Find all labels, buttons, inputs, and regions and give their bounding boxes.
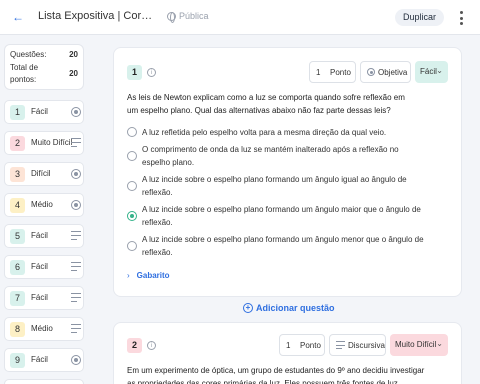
points-total: 20	[69, 69, 78, 78]
option-text: A luz incide sobre o espelho plano forma…	[142, 235, 424, 257]
question-number: 9	[10, 353, 25, 368]
summary-panel: Questões: 20 Total de pontos: 20	[4, 44, 84, 90]
plus-circle-icon: +	[243, 303, 253, 313]
duplicate-button[interactable]: Duplicar	[395, 9, 444, 26]
question-number: 6	[10, 260, 25, 275]
difficulty-label: Muito Difícil	[395, 340, 437, 349]
question-number: 3	[10, 167, 25, 182]
points-value: 1	[286, 341, 291, 350]
chevron-down-icon: ⌄	[436, 339, 443, 348]
points-value: 1	[316, 68, 321, 77]
add-question-button[interactable]: + Adicionar questão	[243, 303, 335, 313]
question-number: 2	[10, 136, 25, 151]
sidebar-item-1[interactable]: 1 Fácil	[4, 100, 84, 124]
answer-key-toggle[interactable]: › Gabarito	[127, 271, 170, 280]
question-number: 7	[10, 291, 25, 306]
difficulty-label: Fácil	[31, 262, 48, 271]
add-question-label: Adicionar questão	[256, 303, 335, 313]
chevron-right-icon: ›	[127, 271, 130, 280]
sidebar-item-10[interactable]	[4, 379, 84, 384]
radio-icon	[71, 169, 81, 179]
question-number: 8	[10, 322, 25, 337]
option-row[interactable]: O comprimento de onda da luz se mantém i…	[127, 143, 427, 169]
text-lines-icon	[336, 341, 345, 349]
text-lines-icon	[71, 138, 81, 148]
sidebar-item-4[interactable]: 4 Médio	[4, 193, 84, 217]
type-label: Objetiva	[378, 68, 408, 77]
option-text: A luz incide sobre o espelho plano forma…	[142, 175, 407, 197]
option-radio-selected[interactable]	[127, 211, 137, 221]
difficulty-selector[interactable]: Fácil ⌄	[415, 61, 448, 83]
top-bar: ← Lista Expositiva | Cores Primárias Púb…	[0, 0, 480, 35]
questions-label: Questões:	[10, 50, 47, 59]
question-text: Em um experimento de óptica, um grupo de…	[127, 366, 425, 384]
question-number: 1	[10, 105, 25, 120]
radio-icon	[71, 355, 81, 365]
sidebar-item-6[interactable]: 6 Fácil	[4, 255, 84, 279]
more-vertical-icon[interactable]	[458, 11, 464, 25]
question-number: 5	[10, 229, 25, 244]
question-number: 4	[10, 198, 25, 213]
difficulty-label: Fácil	[31, 355, 48, 364]
points-unit: Ponto	[300, 341, 321, 350]
radio-icon	[367, 68, 375, 76]
sidebar-item-7[interactable]: 7 Fácil	[4, 286, 84, 310]
questions-count: 20	[69, 50, 78, 59]
option-radio[interactable]	[127, 241, 137, 251]
question-card-2: 2 i 1 Ponto Discursiva Muito Difícil ⌄ E…	[113, 322, 462, 384]
page-title: Lista Expositiva | Cores Primárias	[38, 10, 158, 22]
radio-icon	[71, 107, 81, 117]
text-lines-icon	[71, 262, 81, 272]
sidebar-item-3[interactable]: 3 Difícil	[4, 162, 84, 186]
type-label: Discursiva	[348, 341, 385, 350]
points-field[interactable]: 1 Ponto	[309, 61, 356, 83]
difficulty-label: Médio	[31, 200, 53, 209]
question-text: As leis de Newton explicam como a luz se…	[127, 93, 405, 115]
option-text: A luz refletida pelo espelho volta para …	[142, 128, 387, 137]
points-label: Total de pontos:	[10, 63, 39, 84]
difficulty-selector[interactable]: Muito Difícil ⌄	[390, 334, 448, 356]
option-row-selected[interactable]: A luz incide sobre o espelho plano forma…	[127, 203, 427, 229]
option-row[interactable]: A luz incide sobre o espelho plano forma…	[127, 173, 427, 199]
option-radio[interactable]	[127, 181, 137, 191]
type-selector[interactable]: Objetiva	[360, 61, 411, 83]
answer-key-label: Gabarito	[136, 271, 170, 280]
sidebar-item-5[interactable]: 5 Fácil	[4, 224, 84, 248]
info-icon[interactable]: i	[147, 68, 156, 77]
option-radio[interactable]	[127, 151, 137, 161]
chevron-down-icon: ⌄	[436, 66, 443, 75]
option-radio[interactable]	[127, 127, 137, 137]
sidebar-item-2[interactable]: 2 Muito Difícil	[4, 131, 84, 155]
arrow-left-icon[interactable]: ←	[10, 9, 26, 25]
difficulty-label: Difícil	[31, 169, 51, 178]
type-selector[interactable]: Discursiva	[329, 334, 386, 356]
question-number-badge: 1	[127, 65, 142, 80]
difficulty-label: Fácil	[31, 107, 48, 116]
globe-icon	[167, 11, 176, 23]
text-lines-icon	[71, 293, 81, 303]
points-field[interactable]: 1 Ponto	[279, 334, 325, 356]
question-number-badge: 2	[127, 338, 142, 353]
option-text: O comprimento de onda da luz se mantém i…	[142, 145, 399, 167]
points-unit: Ponto	[330, 68, 351, 77]
sidebar-item-9[interactable]: 9 Fácil	[4, 348, 84, 372]
difficulty-label: Médio	[31, 324, 53, 333]
text-lines-icon	[71, 324, 81, 334]
difficulty-label: Fácil	[31, 231, 48, 240]
option-row[interactable]: A luz incide sobre o espelho plano forma…	[127, 233, 427, 259]
difficulty-label: Fácil	[31, 293, 48, 302]
option-text: A luz incide sobre o espelho plano forma…	[142, 205, 421, 227]
info-icon[interactable]: i	[147, 341, 156, 350]
visibility-label: Pública	[179, 11, 209, 21]
question-card-1: 1 i 1 Ponto Objetiva Fácil ⌄ As leis de …	[113, 47, 462, 297]
difficulty-label: Muito Difícil	[31, 138, 73, 147]
difficulty-label: Fácil	[420, 67, 437, 76]
radio-icon	[71, 200, 81, 210]
visibility-badge: Pública	[167, 11, 209, 23]
sidebar-item-8[interactable]: 8 Médio	[4, 317, 84, 341]
text-lines-icon	[71, 231, 81, 241]
option-row[interactable]: A luz refletida pelo espelho volta para …	[127, 126, 427, 139]
